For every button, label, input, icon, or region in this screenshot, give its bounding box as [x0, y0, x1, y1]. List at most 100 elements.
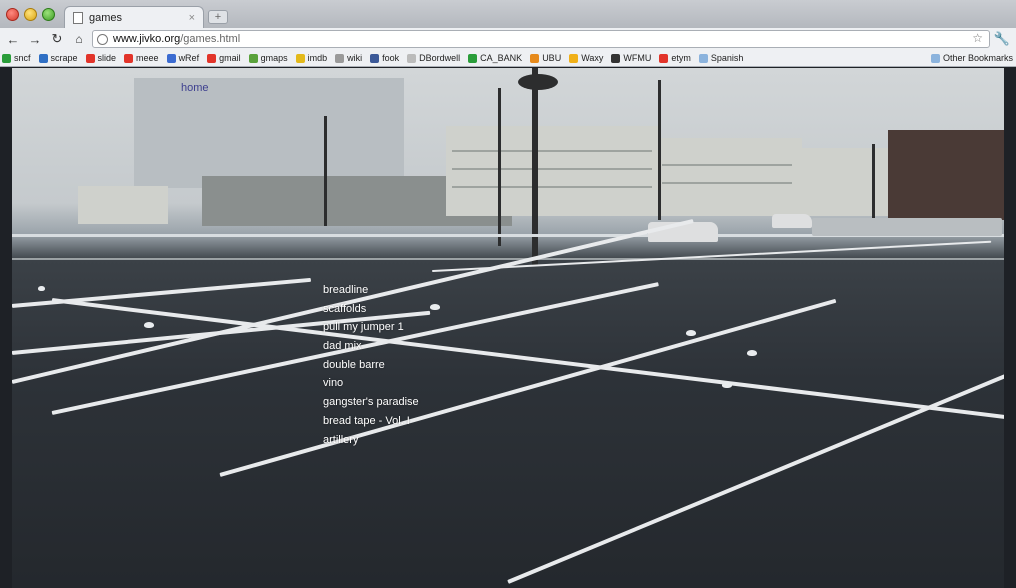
ca-bank-icon: [468, 53, 478, 63]
scrape-icon: [38, 53, 48, 63]
page-icon: [73, 11, 83, 24]
bookmark-gmaps[interactable]: gmaps: [248, 53, 288, 63]
seagull: [144, 322, 154, 328]
address-bar[interactable]: www.jivko.org/games.html ☆: [92, 30, 990, 48]
brick-building-shape: [888, 130, 1004, 220]
browser-toolbar: ← → ↻ ⌂ www.jivko.org/games.html ☆ 🔧: [0, 28, 1016, 50]
game-link-pull-my-jumper[interactable]: pull my jumper 1: [323, 321, 404, 333]
bookmark-meee[interactable]: meee: [124, 53, 159, 63]
forward-arrow-icon[interactable]: →: [26, 32, 44, 47]
game-link-scaffolds[interactable]: scaffolds: [323, 303, 366, 315]
tab-close-icon[interactable]: ×: [189, 12, 195, 24]
zoom-window-button[interactable]: [42, 8, 55, 21]
bookmark-label: Waxy: [581, 53, 604, 63]
wrench-menu-icon[interactable]: 🔧: [994, 31, 1010, 47]
bookmark-imdb[interactable]: imdb: [295, 53, 327, 63]
bookmark-ubu[interactable]: UBU: [530, 53, 561, 63]
bookmark-spanish[interactable]: Spanish: [698, 53, 744, 63]
list-item: gangster's paradise: [323, 392, 419, 411]
minimize-window-button[interactable]: [24, 8, 37, 21]
bookmarks-bar: sncf scrape slide meee wRef gmail gmaps imdb wik…: [0, 50, 1016, 67]
tab-title: games: [89, 11, 123, 24]
parking-line: [507, 365, 1004, 584]
bookmark-scrape[interactable]: scrape: [38, 53, 78, 63]
home-icon[interactable]: ⌂: [70, 32, 88, 46]
bookmark-gmail[interactable]: gmail: [207, 53, 241, 63]
imdb-icon: [295, 53, 305, 63]
game-link-dad-mix[interactable]: dad mix: [323, 340, 362, 352]
bookmark-slide[interactable]: slide: [85, 53, 117, 63]
utility-pole: [872, 144, 875, 224]
page-background-photo: home breadline scaffolds pull my jumper …: [12, 68, 1004, 588]
bookmark-label: scrape: [50, 53, 78, 63]
list-item: pull my jumper 1: [323, 317, 419, 336]
bookmark-label: CA_BANK: [480, 53, 523, 63]
game-link-breadline[interactable]: breadline: [323, 284, 368, 296]
game-link-double-barre[interactable]: double barre: [323, 359, 385, 371]
foggy-building-shape: [134, 78, 404, 188]
bookmark-ca-bank[interactable]: CA_BANK: [468, 53, 522, 63]
bookmark-label: wiki: [347, 53, 363, 63]
dbordwell-icon: [407, 53, 417, 63]
list-item: bread tape - Vol. I: [323, 411, 419, 430]
fence-rail: [12, 258, 1004, 260]
close-window-button[interactable]: [6, 8, 19, 21]
list-item: artillery: [323, 430, 419, 449]
bookmark-dbordwell[interactable]: DBordwell: [407, 53, 460, 63]
bookmark-etym[interactable]: etym: [659, 53, 691, 63]
bookmark-label: Spanish: [710, 53, 744, 63]
other-bookmarks-label: Other Bookmarks: [942, 53, 1013, 63]
bookmark-label: meee: [136, 53, 159, 63]
bookmark-star-icon[interactable]: ☆: [972, 31, 983, 45]
wfmu-icon: [611, 53, 621, 63]
fook-icon: [370, 53, 380, 63]
home-link[interactable]: home: [181, 82, 209, 94]
tab-games[interactable]: games ×: [64, 6, 204, 28]
waxy-icon: [569, 53, 579, 63]
window-row: [452, 186, 652, 188]
window-row: [452, 150, 652, 152]
back-arrow-icon[interactable]: ←: [4, 32, 22, 47]
slide-icon: [85, 53, 95, 63]
url-path: /games.html: [180, 33, 241, 45]
game-link-artillery[interactable]: artillery: [323, 434, 358, 446]
window-row: [452, 168, 652, 170]
bookmark-wref[interactable]: wRef: [166, 53, 199, 63]
utility-pole: [324, 116, 327, 226]
list-item: breadline: [323, 280, 419, 299]
seagull: [38, 286, 45, 291]
seagull: [747, 350, 757, 356]
sncf-icon: [2, 53, 11, 63]
bookmark-label: WFMU: [623, 53, 652, 63]
bookmark-label: slide: [97, 53, 117, 63]
wref-icon: [166, 53, 176, 63]
game-link-bread-tape[interactable]: bread tape - Vol. I: [323, 415, 410, 427]
seagull: [686, 330, 696, 336]
bookmark-label: fook: [382, 53, 400, 63]
bookmark-wfmu[interactable]: WFMU: [611, 53, 651, 63]
seagull: [722, 382, 732, 388]
bookmark-label: sncf: [14, 53, 31, 63]
game-link-vino[interactable]: vino: [323, 377, 343, 389]
meee-icon: [124, 53, 134, 63]
ubu-icon: [530, 53, 540, 63]
games-list: breadline scaffolds pull my jumper 1 dad…: [323, 280, 419, 448]
white-building-shape: [792, 148, 892, 216]
bookmark-fook[interactable]: fook: [370, 53, 399, 63]
utility-pole: [498, 88, 501, 246]
new-tab-button[interactable]: +: [208, 10, 228, 24]
gmail-icon: [207, 53, 217, 63]
reload-icon[interactable]: ↻: [48, 31, 66, 47]
list-item: double barre: [323, 355, 419, 374]
bookmark-waxy[interactable]: Waxy: [569, 53, 603, 63]
bookmark-wiki[interactable]: wiki: [335, 53, 362, 63]
folder-icon: [698, 53, 708, 63]
lamp-head: [518, 74, 558, 90]
bookmark-label: etym: [671, 53, 691, 63]
game-link-gangsters-paradise[interactable]: gangster's paradise: [323, 396, 419, 408]
house-shape: [78, 186, 168, 224]
bookmark-sncf[interactable]: sncf: [2, 53, 31, 63]
white-building-shape: [652, 138, 802, 216]
folder-icon: [930, 53, 940, 63]
other-bookmarks-button[interactable]: Other Bookmarks: [930, 53, 1013, 63]
